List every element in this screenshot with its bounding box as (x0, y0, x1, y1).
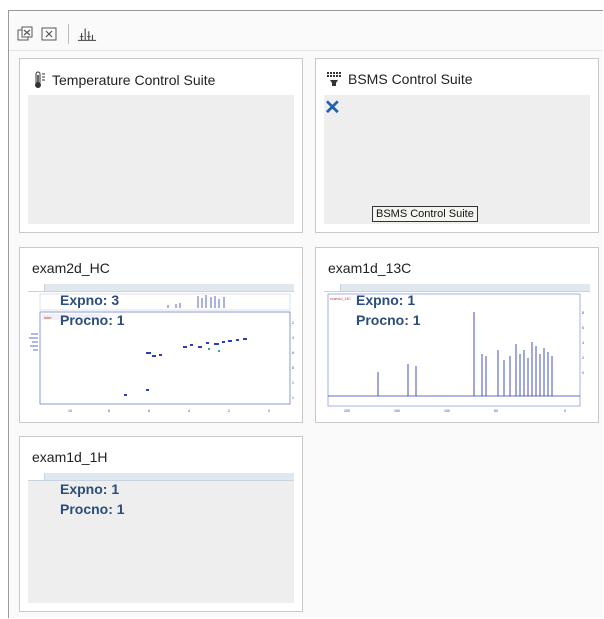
svg-text:10: 10 (68, 409, 72, 413)
svg-text:150: 150 (394, 409, 400, 413)
dataset-card-exam1d-13c[interactable]: exam1d_13C exam1d_13C 200 150 100 50 0 8 6 4 2 0… (315, 247, 599, 423)
svg-text:0: 0 (582, 371, 584, 375)
dataset-title-exam1d-13c: exam1d_13C (328, 260, 412, 276)
svg-text:80: 80 (292, 366, 294, 370)
dataset-info-exam1d-1h: Expno: 1 Procno: 1 (60, 479, 125, 519)
thermometer-icon (35, 71, 45, 88)
bsms-card-header: BSMS Control Suite (326, 71, 473, 87)
svg-text:2: 2 (582, 356, 584, 360)
close-windows-button[interactable] (40, 24, 60, 44)
bsms-card-body (324, 95, 590, 224)
toolbar-separator (68, 24, 69, 44)
expno-label: Expno: 1 (356, 292, 416, 308)
bsms-card-title: BSMS Control Suite (348, 71, 473, 87)
expno-label: Expno: 1 (60, 481, 120, 497)
svg-text:60: 60 (292, 351, 294, 355)
tile-windows-button[interactable] (16, 24, 36, 44)
svg-text:200: 200 (344, 409, 350, 413)
expno-label: Expno: 3 (60, 292, 120, 308)
bsms-tooltip: BSMS Control Suite (372, 206, 478, 222)
dataset-title-exam2d-hc: exam2d_HC (32, 260, 110, 276)
svg-text:50: 50 (494, 409, 498, 413)
dataset-title-exam1d-1h: exam1d_1H (32, 449, 108, 465)
svg-text:6: 6 (582, 326, 584, 330)
temperature-card-title: Temperature Control Suite (52, 72, 216, 88)
svg-text:4: 4 (582, 341, 584, 345)
temperature-card-body (28, 95, 294, 224)
svg-text:0: 0 (268, 409, 270, 413)
svg-text:120: 120 (292, 396, 294, 400)
spectrum-thumbnail-2d: label 1086420 20406080100120 Expno: 3 Pr… (28, 284, 294, 414)
svg-text:20: 20 (292, 321, 294, 325)
spectrum-thumbnail-13c: exam1d_13C 200 150 100 50 0 8 6 4 2 0 Expno: 1 P… (324, 284, 590, 414)
procno-label: Procno: 1 (60, 501, 125, 517)
spectrum-peaks-icon (77, 28, 97, 41)
spectrum-thumbnail-1h: Expno: 1 Procno: 1 (28, 473, 294, 603)
svg-text:4: 4 (188, 409, 190, 413)
procno-label: Procno: 1 (356, 312, 421, 328)
close-icon[interactable]: ✕ (324, 98, 341, 118)
dataset-card-exam2d-hc[interactable]: exam2d_HC label 10 8 6 4 2 0 20 40 60 80… (19, 247, 303, 423)
temperature-control-card[interactable]: Temperature Control Suite (19, 58, 303, 233)
tile-windows-icon (17, 26, 33, 41)
bsms-icon (327, 72, 341, 86)
spectrum-peaks-button[interactable] (77, 24, 97, 44)
dataset-info-exam1d-13c: Expno: 1 Procno: 1 (356, 290, 421, 330)
svg-text:2: 2 (228, 409, 230, 413)
svg-text:6: 6 (148, 409, 150, 413)
close-windows-icon (41, 27, 57, 41)
temperature-card-header: Temperature Control Suite (32, 71, 215, 89)
svg-text:0: 0 (564, 409, 566, 413)
svg-text:8: 8 (582, 311, 584, 315)
svg-text:40: 40 (292, 336, 294, 340)
svg-text:100: 100 (444, 409, 450, 413)
svg-text:100: 100 (292, 381, 294, 385)
procno-label: Procno: 1 (60, 312, 125, 328)
toolbar-divider (9, 50, 603, 51)
dataset-info-exam2d-hc: Expno: 3 Procno: 1 (60, 290, 125, 330)
svg-text:8: 8 (108, 409, 110, 413)
toolbar (16, 22, 97, 46)
svg-text:exam1d_13C: exam1d_13C (330, 297, 351, 301)
dataset-card-exam1d-1h[interactable]: exam1d_1H Expno: 1 Procno: 1 (19, 436, 303, 612)
svg-text:label: label (44, 316, 52, 320)
